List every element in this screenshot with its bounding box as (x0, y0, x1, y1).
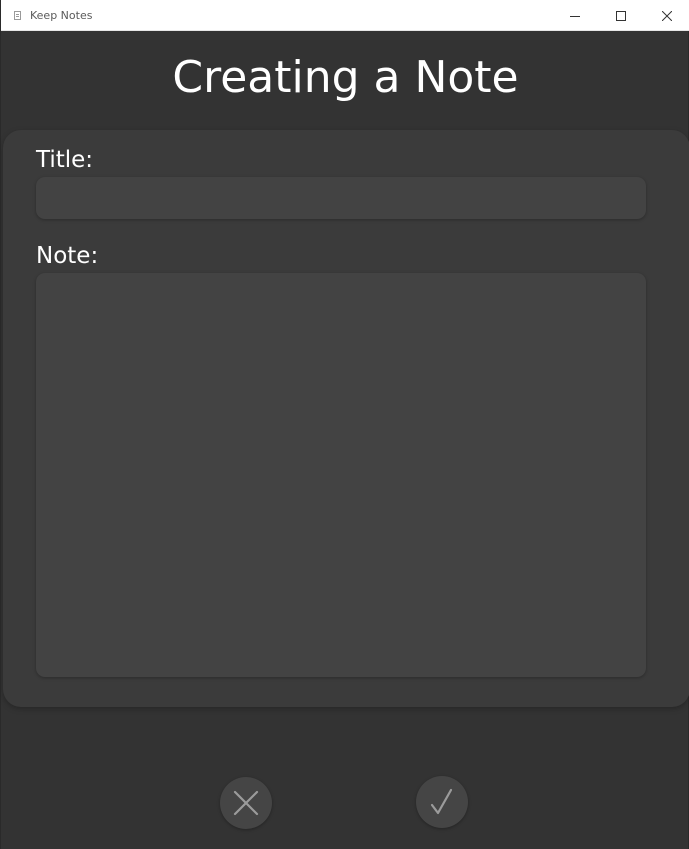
x-icon (233, 790, 259, 816)
title-label: Title: (36, 147, 94, 173)
close-button[interactable] (644, 0, 689, 31)
maximize-button[interactable] (598, 0, 644, 31)
title-input[interactable] (36, 177, 646, 219)
confirm-button[interactable] (416, 776, 468, 828)
note-label: Note: (36, 243, 99, 269)
window-title: Keep Notes (30, 8, 93, 22)
close-icon (662, 10, 672, 21)
note-textarea[interactable] (36, 273, 646, 677)
cancel-button[interactable] (220, 777, 272, 829)
minimize-button[interactable] (552, 0, 598, 31)
check-icon (430, 788, 453, 815)
window-controls (552, 0, 689, 31)
app-window: Keep Notes Creating a Note Title: Note: (0, 0, 689, 849)
note-form-card: Title: Note: (3, 130, 689, 707)
maximize-icon (616, 10, 626, 21)
title-bar[interactable]: Keep Notes (1, 0, 689, 31)
notepad-icon (14, 10, 21, 20)
minimize-icon (570, 15, 580, 17)
page-title: Creating a Note (172, 52, 519, 103)
